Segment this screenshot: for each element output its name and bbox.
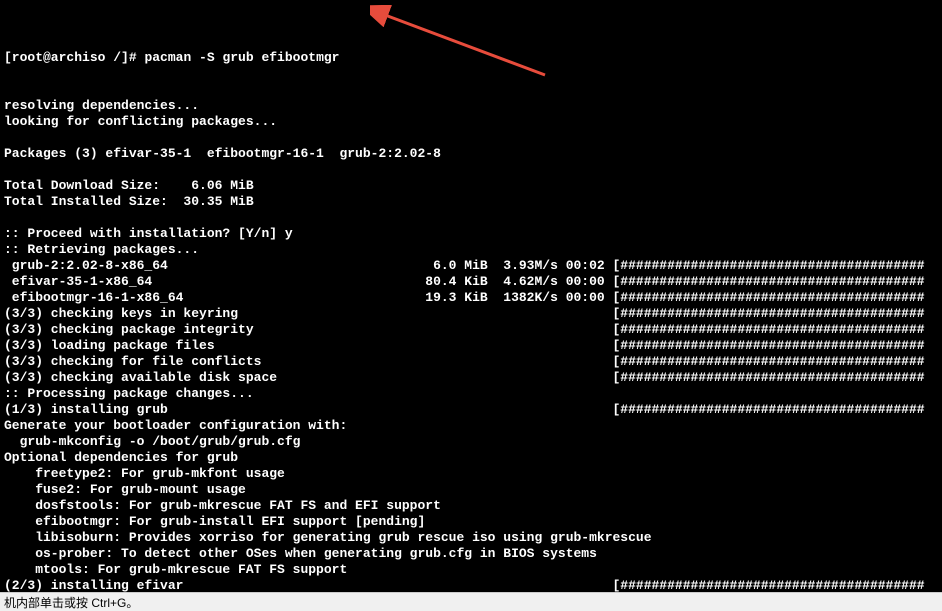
terminal-output-line: (3/3) checking available disk space [###… bbox=[4, 370, 938, 386]
terminal-output-line: Packages (3) efivar-35-1 efibootmgr-16-1… bbox=[4, 146, 938, 162]
command-text: pacman -S grub efibootmgr bbox=[144, 50, 339, 65]
shell-prompt: [root@archiso /]# bbox=[4, 50, 144, 65]
status-text: 机内部单击或按 Ctrl+G。 bbox=[4, 596, 138, 610]
terminal-output-line: grub-2:2.02-8-x86_64 6.0 MiB 3.93M/s 00:… bbox=[4, 258, 938, 274]
terminal-output-line: Generate your bootloader configuration w… bbox=[4, 418, 938, 434]
terminal-output-line: (3/3) checking keys in keyring [########… bbox=[4, 306, 938, 322]
terminal-output-line bbox=[4, 130, 938, 146]
terminal-output-line: dosfstools: For grub-mkrescue FAT FS and… bbox=[4, 498, 938, 514]
terminal-output-line: grub-mkconfig -o /boot/grub/grub.cfg bbox=[4, 434, 938, 450]
terminal-output-line: :: Processing package changes... bbox=[4, 386, 938, 402]
terminal-output-line: efibootmgr: For grub-install EFI support… bbox=[4, 514, 938, 530]
terminal-output-line bbox=[4, 210, 938, 226]
terminal-output-line: :: Proceed with installation? [Y/n] y bbox=[4, 226, 938, 242]
terminal-window[interactable]: [root@archiso /]# pacman -S grub efiboot… bbox=[0, 0, 942, 592]
terminal-output-line: freetype2: For grub-mkfont usage bbox=[4, 466, 938, 482]
terminal-output-line: :: Retrieving packages... bbox=[4, 242, 938, 258]
terminal-output-line: mtools: For grub-mkrescue FAT FS support bbox=[4, 562, 938, 578]
terminal-output-line: looking for conflicting packages... bbox=[4, 114, 938, 130]
terminal-output-line: (3/3) checking package integrity [######… bbox=[4, 322, 938, 338]
terminal-output-line: efivar-35-1-x86_64 80.4 KiB 4.62M/s 00:0… bbox=[4, 274, 938, 290]
terminal-output-line: libisoburn: Provides xorriso for generat… bbox=[4, 530, 938, 546]
terminal-output-line: fuse2: For grub-mount usage bbox=[4, 482, 938, 498]
terminal-output-line: (3/3) checking for file conflicts [#####… bbox=[4, 354, 938, 370]
terminal-output-line: efibootmgr-16-1-x86_64 19.3 KiB 1382K/s … bbox=[4, 290, 938, 306]
terminal-output-line: Total Download Size: 6.06 MiB bbox=[4, 178, 938, 194]
annotation-arrow bbox=[370, 5, 550, 85]
terminal-output-line: (1/3) installing grub [#################… bbox=[4, 402, 938, 418]
terminal-output-line: (2/3) installing efivar [###############… bbox=[4, 578, 938, 592]
vm-status-bar: 机内部单击或按 Ctrl+G。 bbox=[0, 592, 942, 609]
terminal-output-line: os-prober: To detect other OSes when gen… bbox=[4, 546, 938, 562]
terminal-output-line bbox=[4, 162, 938, 178]
terminal-line: [root@archiso /]# pacman -S grub efiboot… bbox=[4, 50, 938, 66]
terminal-output-line: Optional dependencies for grub bbox=[4, 450, 938, 466]
terminal-output-line: Total Installed Size: 30.35 MiB bbox=[4, 194, 938, 210]
terminal-output-line: (3/3) loading package files [###########… bbox=[4, 338, 938, 354]
terminal-output-line: resolving dependencies... bbox=[4, 98, 938, 114]
